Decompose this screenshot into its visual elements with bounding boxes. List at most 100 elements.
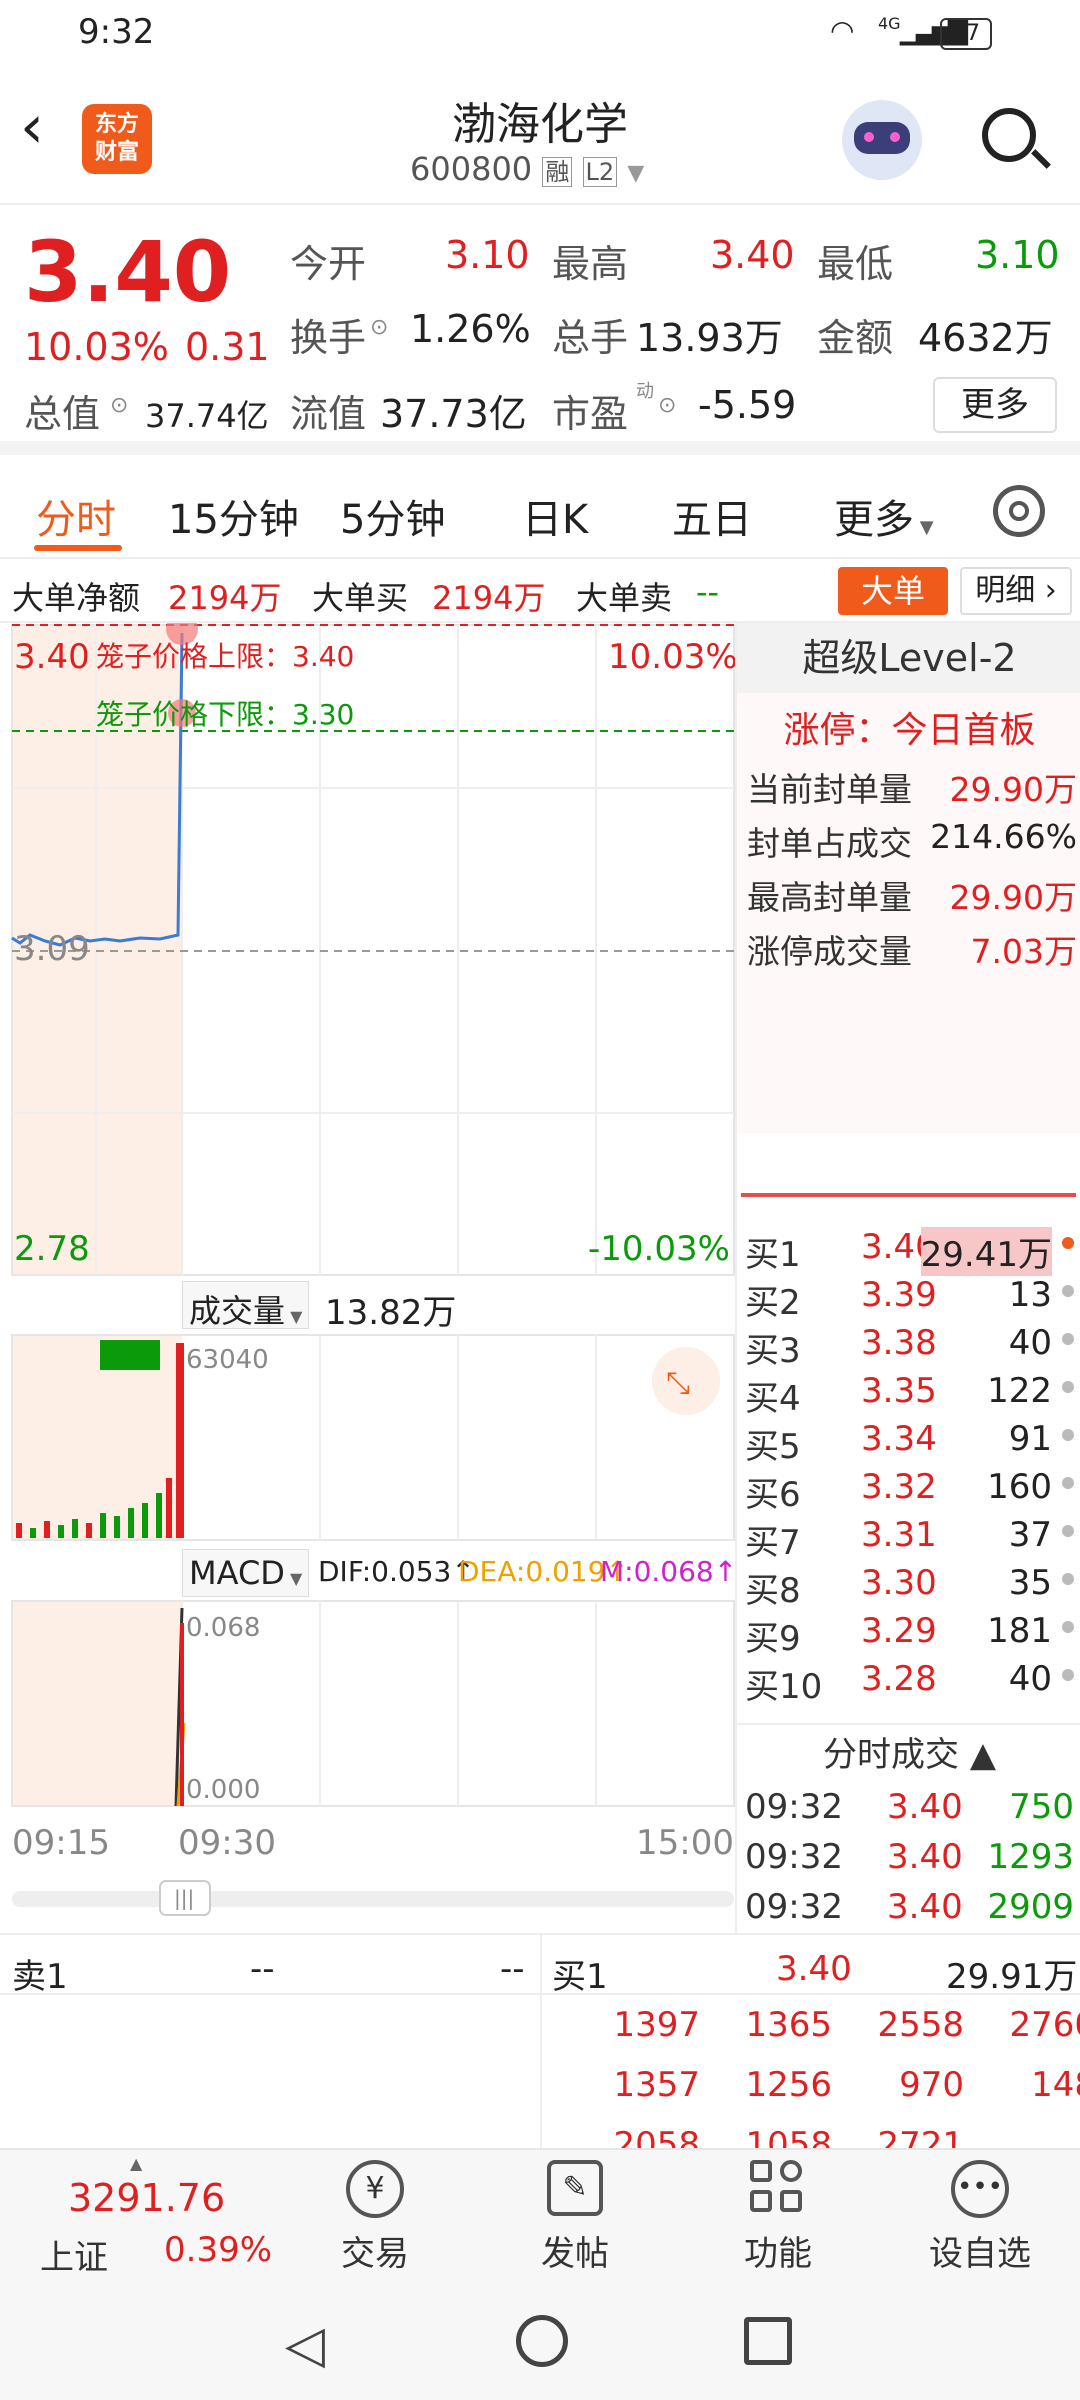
order-book-row[interactable]: 买5 3.34 91 [737, 1415, 1080, 1467]
volume-value: 13.82万 [325, 1293, 457, 1333]
dot-icon [1062, 1525, 1074, 1537]
queue-order: 1365 [745, 2005, 832, 2045]
quote-panel: 3.40 10.03% 0.31 总值 ⊙ 37.74亿 今开 3.10 最高 … [0, 205, 1080, 455]
order-book-row[interactable]: 买7 3.31 37 [737, 1511, 1080, 1563]
order-book-row[interactable]: 买4 3.35 122 [737, 1367, 1080, 1419]
order-book-row[interactable]: 买9 3.29 181 [737, 1607, 1080, 1659]
limit-stat-row: 封单占成交 214.66% [747, 817, 1077, 867]
big-buy-value: 2194万 [432, 579, 546, 617]
dot-icon [1062, 1477, 1074, 1489]
back-icon[interactable]: ‹ [20, 92, 44, 162]
add-watchlist-button[interactable]: ••• 设自选 [920, 2160, 1040, 2275]
tab-five-day[interactable]: 五日 [672, 487, 752, 545]
tab-intraday[interactable]: 分时 [36, 487, 116, 545]
queue-order: 2760 [1009, 2005, 1080, 2045]
more-dots-icon: ••• [951, 2160, 1009, 2218]
robot-avatar-icon[interactable] [842, 100, 922, 180]
level-qty: 181 [987, 1611, 1052, 1651]
index-widget[interactable]: ▲ 3291.76 上证 0.39% [0, 2150, 300, 2285]
low-value: 3.10 [975, 233, 1060, 277]
level-price: 3.32 [861, 1467, 937, 1507]
level-label: 买3 [745, 1331, 801, 1371]
tab-daily-k[interactable]: 日K [522, 487, 588, 545]
level-label: 买7 [745, 1523, 801, 1563]
level-qty: 122 [987, 1371, 1052, 1411]
stock-name: 渤海化学 [452, 99, 628, 150]
level-price: 3.29 [861, 1611, 937, 1651]
yen-icon: ¥ [346, 2160, 404, 2218]
info-icon[interactable]: ⊙ [370, 315, 388, 340]
order-book-row[interactable]: 买6 3.32 160 [737, 1463, 1080, 1515]
limit-stat-label: 涨停成交量 [747, 932, 912, 971]
change-amount: 0.31 [185, 325, 270, 369]
mcap-value: 37.74亿 [145, 397, 269, 435]
ticks-header[interactable]: 分时成交 ▲ [737, 1723, 1080, 1783]
level-label: 买2 [745, 1283, 801, 1323]
limit-stat-row: 最高封单量 29.90万 [747, 871, 1077, 921]
order-book-row[interactable]: 买2 3.39 13 [737, 1271, 1080, 1323]
caret-up-icon: ▲ [130, 2154, 143, 2173]
detail-button[interactable]: 明细 › [960, 567, 1072, 615]
chart-tabs: 分时 15分钟 5分钟 日K 五日 更多 ▼ [0, 469, 1080, 559]
dot-icon [1062, 1285, 1074, 1297]
volume-selector[interactable]: 成交量 ▼ [182, 1281, 310, 1330]
index-change: 0.39% [164, 2230, 273, 2270]
big-sell-label: 大单卖 [576, 579, 673, 617]
chart-area[interactable]: ⤡ ||| 3.40 笼子价格上限：3.40 笼子价格下限：3.30 10.03… [0, 623, 738, 1933]
order-book-row[interactable]: 买1 3.40 29.41万 [737, 1223, 1080, 1276]
queue-order: 1397 [613, 2005, 700, 2045]
intraday-chart[interactable]: ⤡ ||| [0, 623, 735, 1933]
nav-recents-icon[interactable] [744, 2317, 792, 2365]
open-label: 今开 [290, 242, 367, 286]
trade-button[interactable]: ¥ 交易 [315, 2160, 435, 2275]
dot-icon [1062, 1573, 1074, 1585]
time-end-label: 15:00 [636, 1823, 734, 1863]
info-icon[interactable]: ⊙ [658, 393, 676, 418]
app-logo[interactable]: 东方 财富 [82, 104, 152, 174]
order-book-row[interactable]: 买3 3.38 40 [737, 1319, 1080, 1371]
wifi-icon: ◠ [830, 14, 855, 47]
buy1-price: 3.40 [776, 1949, 852, 1989]
volume-label: 总手 [552, 316, 629, 360]
index-value: 3291.76 [68, 2176, 226, 2220]
more-button[interactable]: 更多 [933, 377, 1057, 433]
queue-order: 2558 [877, 2005, 964, 2045]
info-icon[interactable]: ⊙ [110, 393, 128, 418]
nav-back-icon[interactable]: ◁ [285, 2315, 325, 2375]
battery-icon: 37 [940, 18, 992, 50]
svg-text:|||: ||| [174, 1886, 194, 1910]
big-order-button[interactable]: 大单 [838, 567, 948, 615]
order-book-row[interactable]: 买10 3.28 40 [737, 1655, 1080, 1703]
network-type: 4G [878, 14, 901, 33]
limit-stat-row: 当前封单量 29.90万 [747, 763, 1077, 813]
expand-icon: ⤡ [666, 1366, 690, 1401]
post-button[interactable]: ✎ 发帖 [515, 2160, 635, 2275]
level-label: 买8 [745, 1571, 801, 1611]
dot-icon [1062, 1669, 1074, 1681]
stock-code-line[interactable]: 600800 融 L2 ▼ [410, 150, 644, 188]
order-book[interactable]: 买1 3.40 29.41万 买2 3.39 13 买3 3.38 40 买4 3.35 122 买5 3… [737, 1223, 1080, 1703]
level2-title[interactable]: 超级Level-2 [737, 623, 1080, 693]
pct-top-label: 10.03% [608, 637, 738, 677]
tab-5min[interactable]: 5分钟 [340, 487, 445, 545]
function-button[interactable]: 功能 [718, 2160, 838, 2275]
macd-selector[interactable]: MACD ▼ [182, 1549, 310, 1597]
queue-order: 2721 [877, 2125, 964, 2150]
limit-stat-label: 封单占成交 [747, 824, 912, 863]
high-label: 最高 [552, 242, 629, 286]
tab-more[interactable]: 更多 ▼ [834, 487, 934, 545]
tick-row: 09:32 3.40 2909 [737, 1883, 1080, 1933]
chevron-down-icon: ▼ [627, 161, 645, 186]
tab-15min[interactable]: 15分钟 [168, 487, 299, 545]
amount-value: 4632万 [918, 316, 1053, 360]
macd-m: M:0.068↑ [600, 1555, 738, 1588]
top-bar: ‹ 东方 财富 渤海化学 600800 融 L2 ▼ [0, 70, 1080, 205]
lower-limit-label: 笼子价格下限：3.30 [96, 698, 355, 731]
gear-icon[interactable] [993, 485, 1045, 537]
level-price: 3.34 [861, 1419, 937, 1459]
time-mid-label: 09:30 [178, 1823, 276, 1863]
order-book-row[interactable]: 买8 3.30 35 [737, 1559, 1080, 1611]
search-icon[interactable] [982, 108, 1051, 169]
nav-home-icon[interactable] [516, 2315, 568, 2367]
float-label: 流值 [290, 392, 367, 436]
